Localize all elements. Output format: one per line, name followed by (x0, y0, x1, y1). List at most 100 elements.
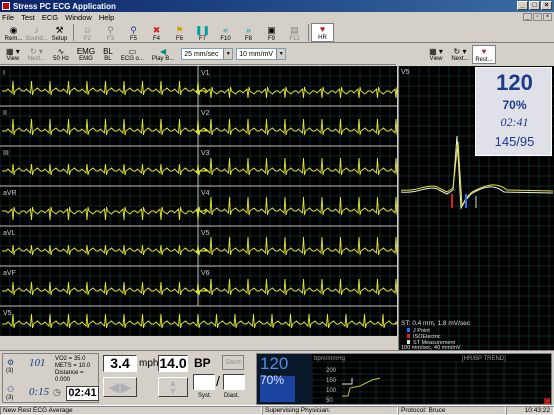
minimize-button[interactable]: _ (517, 1, 528, 10)
mdi-controls: _ ▫ × (523, 13, 552, 21)
toolbar-button-label: Rem... (4, 36, 23, 42)
toolbar-button-f6[interactable]: ⚑ F6 (168, 23, 191, 43)
menu-test[interactable]: Test (21, 13, 35, 22)
toolbar-button-f5[interactable]: ⚲ F5 (122, 23, 145, 43)
toolbar-button-sound[interactable]: ♪ Sound... (25, 23, 48, 43)
speed-combo[interactable]: 25 mm/sec ▼ (181, 48, 234, 60)
avg-tool-label: Rest... (475, 56, 493, 63)
menu-file[interactable]: File (2, 13, 14, 22)
toolbar-button-f9[interactable]: ▣ F9 (260, 23, 283, 43)
filter-icon: ∿ (57, 46, 65, 56)
toolbar-button-label: F7 (198, 36, 206, 42)
lead-label-left: II (3, 110, 7, 117)
grade-down-icon[interactable]: ▼ (169, 387, 178, 396)
speed-combo-value: 25 mm/sec (184, 50, 219, 58)
control-panel: ⚙ (3) 101 VO2 = 35.0 METS = 10.0 Distanc… (0, 350, 554, 405)
hr-trend-line (342, 377, 381, 397)
view-icon: ▦ ▾ (429, 47, 443, 56)
lead-label-right: V1 (201, 70, 210, 77)
fast-forward-icon: » (245, 25, 251, 35)
toolbar-button-f8[interactable]: » F8 (237, 23, 260, 43)
st-value-text: ST: 0.4 mm, 1.8 mV/sec (401, 320, 471, 327)
ecg-tool-emg[interactable]: EMG EMG (73, 45, 99, 64)
toolbar-button-f3[interactable]: ⚲ F3 (99, 23, 122, 43)
toolbar-button-f12[interactable]: ▤ F12 (283, 23, 306, 43)
avg-tool-next[interactable]: ↻ ▾ Next... (448, 45, 472, 64)
rest-icon: ♥ (481, 46, 487, 56)
ecg-trace-left (2, 206, 209, 221)
trend-percent-value: 70% (260, 373, 285, 387)
ecg-tool-playb[interactable]: ◀ Play B... (148, 45, 178, 64)
ecg-trace-right (200, 118, 397, 136)
ecg-tool-50hz[interactable]: ∿ 50 Hz (49, 45, 73, 64)
menu-help[interactable]: Help (99, 13, 114, 22)
chevron-down-icon[interactable]: ▼ (276, 49, 286, 59)
toolbar-button-label: F8 (244, 36, 252, 42)
toolbar-button-rem[interactable]: ◉ Rem... (2, 23, 25, 43)
ecg-grid (0, 66, 397, 336)
ecg-waveform-grid: IIIIIIaVRaVLaVFV1V2V3V4V5V6V5 (0, 66, 397, 336)
ecg-trace-left (2, 244, 209, 256)
distance-value: Distance = 0.000 (55, 370, 84, 383)
toolbar-button-f2[interactable]: ☺ F2 (76, 23, 99, 43)
mdi-close-button[interactable]: × (543, 13, 552, 21)
st-legend-swatch (407, 334, 410, 338)
ecg-tool-ecgo[interactable]: ▭ ECG o... (117, 45, 148, 64)
title-bar: Stress PC ECG Application _ □ × (0, 0, 554, 12)
ecg-tool-next[interactable]: ↻ ▾ Next... (24, 45, 49, 64)
ecg-trace-right (200, 86, 397, 99)
systolic-input[interactable] (193, 374, 215, 390)
ecg-trace-left (2, 118, 209, 136)
gain-combo[interactable]: 10 mm/mV ▼ (236, 48, 287, 60)
status-physician: Supervising Physician: (262, 406, 398, 415)
menu-window[interactable]: Window (65, 13, 92, 22)
status-bar: New Rest ECG Average Supervising Physici… (0, 405, 554, 415)
ecg-tool-label: Play B... (151, 55, 175, 62)
bp-save-button[interactable]: Save (222, 355, 244, 370)
toolbar-button-hr[interactable]: ♥ HR (311, 23, 334, 42)
speaker-icon: ♪ (34, 25, 39, 35)
toolbar-button-f10[interactable]: «F10 (214, 23, 237, 43)
mdi-minimize-button[interactable]: _ (523, 13, 532, 21)
speed-value[interactable]: 3.4 (103, 355, 137, 372)
grade-arrows[interactable]: ▲ ▼ (158, 377, 188, 397)
trend-tick: 50 (326, 398, 333, 404)
ecg-toolbar: ▦ ▾ View ↻ ▾ Next... ∿ 50 Hz EMG EMG BL BL ▭ ECG o.… (0, 44, 396, 65)
maximize-button[interactable]: □ (529, 1, 540, 10)
speed-down-icon[interactable]: ◀ (109, 379, 120, 396)
ecg-tool-bl[interactable]: BL BL (99, 45, 117, 64)
mdi-restore-button[interactable]: ▫ (533, 13, 542, 21)
toolbar-button-label: F2 (83, 36, 91, 42)
avg-tool-view[interactable]: ▦ ▾ View (424, 45, 448, 64)
ecg-trace-left (2, 281, 209, 296)
stage-icon: ⚙ (7, 358, 15, 367)
rhythm-lead-label: V5 (3, 310, 12, 317)
toolbar-separator (73, 24, 74, 41)
grade-value[interactable]: 14.0 (158, 355, 188, 372)
pause-icon: ❚❚ (194, 25, 211, 35)
toolbar-button-f7[interactable]: ❚❚ F7 (191, 23, 214, 43)
lead-label-right: V3 (201, 150, 210, 157)
status-message: New Rest ECG Average (0, 406, 262, 415)
diastolic-label: Diast. (224, 393, 240, 399)
avg-tool-rest[interactable]: ♥ Rest... (472, 45, 496, 64)
close-button[interactable]: × (541, 1, 552, 10)
refresh-icon: ↻ ▾ (453, 47, 467, 56)
speed-up-icon[interactable]: ▶ (121, 379, 132, 396)
chevron-down-icon[interactable]: ▼ (223, 49, 233, 59)
heart-rate-value: 120 (496, 70, 533, 95)
status-protocol: Protocol: Bruce (398, 406, 506, 415)
stop-icon: ✖ (152, 25, 161, 35)
systolic-label: Syst. (198, 393, 212, 399)
toolbar-button-setup[interactable]: ⚒ Setup (48, 23, 71, 43)
printer-icon: ▤ (290, 25, 299, 35)
menu-ecg[interactable]: ECG (42, 13, 58, 22)
app-icon (2, 2, 10, 10)
toolbar-button-f4[interactable]: ✖ F4 (145, 23, 168, 43)
speed-arrows[interactable]: ◀ ▶ (103, 377, 137, 397)
lead-label-right: V2 (201, 110, 210, 117)
diastolic-input[interactable] (223, 374, 245, 390)
target-hr-percent: 70% (502, 98, 527, 112)
ecg-tool-view[interactable]: ▦ ▾ View (2, 45, 24, 64)
ecg-tool-label: ECG o... (120, 55, 144, 62)
